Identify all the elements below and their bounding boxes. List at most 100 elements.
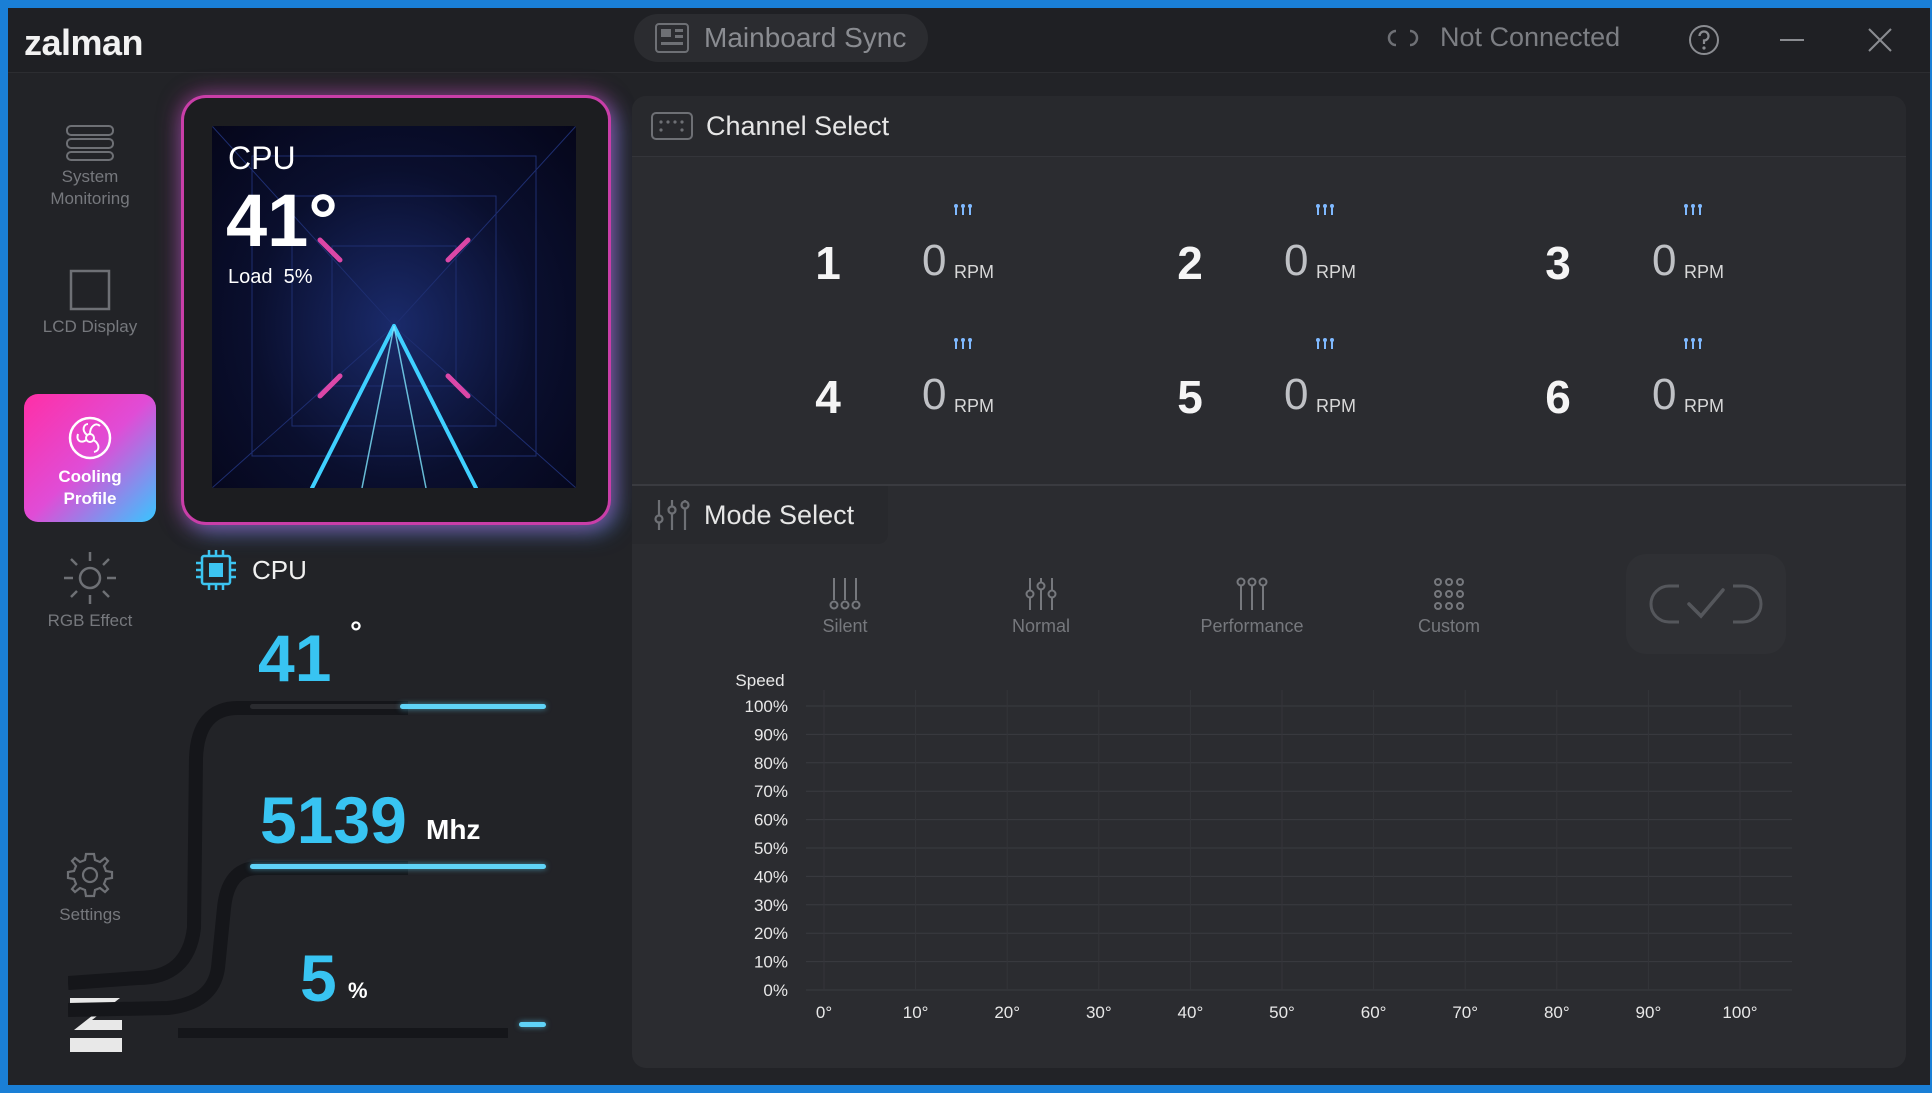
channel-number: 3	[1545, 237, 1571, 289]
channel-rpm-value: 0	[1652, 236, 1677, 285]
chart-y-tick-label: 70%	[754, 782, 788, 801]
channel-rpm-value: 0	[1652, 370, 1677, 419]
lcd-load: Load 5%	[228, 266, 313, 289]
channel-number: 1	[815, 237, 841, 289]
system-monitoring-icon	[66, 125, 114, 161]
sidebar-item-label: System	[61, 167, 119, 186]
mode-label: Silent	[822, 616, 868, 636]
app-logo: zalman	[24, 22, 144, 63]
channel-select-icon	[651, 112, 693, 140]
channel-rpm-unit: RPM	[1684, 262, 1724, 282]
lcd-display-icon	[69, 269, 111, 311]
fan-status-icon	[1316, 204, 1334, 215]
mode-select-header: Mode Select	[632, 486, 888, 544]
fan-status-icon	[954, 204, 972, 215]
chart-x-tick-label: 60°	[1361, 1003, 1387, 1022]
normal-mode-icon	[1025, 578, 1057, 610]
lcd-preview-frame[interactable]: CPU 41° Load 5%	[184, 98, 608, 522]
sidebar-item-label: Monitoring	[50, 189, 130, 208]
channel-5[interactable]: 5 0 RPM	[1160, 334, 1500, 434]
mainboard-sync-button[interactable]: Mainboard Sync	[634, 14, 928, 62]
channel-rpm-value: 0	[922, 370, 947, 419]
cpu-temp-unit: °	[350, 616, 362, 649]
sidebar-item-rgb-effect[interactable]: RGB Effect	[24, 550, 156, 646]
fan-status-icon	[1684, 204, 1702, 215]
apply-button[interactable]	[1626, 554, 1786, 654]
mode-custom-button[interactable]: Custom	[1384, 576, 1514, 637]
cpu-clock-unit: Mhz	[426, 814, 481, 845]
mode-label: Performance	[1200, 616, 1304, 636]
sidebar-item-label: Profile	[63, 489, 117, 508]
channel-number: 2	[1177, 237, 1203, 289]
mode-performance-button[interactable]: Performance	[1172, 576, 1332, 637]
lcd-load-label: Load	[228, 266, 273, 288]
check-icon	[1649, 584, 1763, 624]
chart-y-tick-label: 50%	[754, 839, 788, 858]
lcd-cpu-label: CPU	[228, 140, 296, 176]
chart-y-tick-label: 100%	[745, 697, 788, 716]
mode-silent-button[interactable]: Silent	[780, 576, 910, 637]
chart-x-tick-label: 10°	[903, 1003, 929, 1022]
cpu-load-bar	[519, 1022, 546, 1027]
sidebar-item-label: LCD Display	[42, 317, 138, 336]
chart-y-tick-label: 80%	[754, 754, 788, 773]
lcd-temp-value: 41°	[226, 179, 338, 262]
channel-6[interactable]: 6 0 RPM	[1528, 334, 1868, 434]
chart-x-tick-label: 80°	[1544, 1003, 1570, 1022]
mode-normal-button[interactable]: Normal	[976, 576, 1106, 637]
title-bar: zalman Mainboard Sync Not Connected	[8, 8, 1930, 73]
channel-4[interactable]: 4 0 RPM	[798, 334, 1138, 434]
channel-number: 4	[815, 371, 841, 423]
lcd-load-value: 5%	[283, 266, 313, 288]
help-button[interactable]	[1682, 18, 1726, 62]
fan-curve-chart[interactable]: Speed 100%90%80%70%60%50%40%30%20%10%0% …	[702, 668, 1852, 1048]
chart-y-tick-label: 60%	[754, 811, 788, 830]
sidebar-item-label: Cooling	[58, 467, 122, 486]
connection-status-label: Not Connected	[1440, 22, 1621, 52]
cpu-chip-icon	[196, 550, 236, 590]
minimize-button[interactable]	[1770, 18, 1814, 62]
channel-1[interactable]: 1 0 RPM	[798, 200, 1138, 300]
chart-x-tick-label: 20°	[994, 1003, 1020, 1022]
close-icon	[1868, 28, 1892, 52]
mode-select-icon	[654, 500, 690, 530]
channel-3[interactable]: 3 0 RPM	[1528, 200, 1868, 300]
cooling-profile-icon	[68, 416, 112, 460]
chart-y-ticks: 100% 90% 80% 70% 60% 50% 40% 30% 20% 10% 0%	[745, 697, 788, 1000]
cpu-temp-bar	[400, 704, 546, 709]
help-icon	[1689, 25, 1719, 55]
sidebar-item-lcd-display[interactable]: LCD Display	[24, 268, 156, 348]
silent-mode-icon	[829, 578, 861, 610]
mode-label: Normal	[1011, 616, 1070, 636]
fan-status-icon	[954, 338, 972, 349]
channel-rpm-unit: RPM	[1316, 396, 1356, 416]
custom-mode-icon	[1434, 578, 1464, 610]
chart-x-tick-label: 100°	[1722, 1003, 1757, 1022]
mode-select-title: Mode Select	[704, 499, 855, 530]
performance-mode-icon	[1236, 577, 1268, 610]
chart-grid	[806, 690, 1792, 991]
chart-y-tick-label: 20%	[754, 924, 788, 943]
channel-rpm-unit: RPM	[1316, 262, 1356, 282]
channel-rpm-unit: RPM	[954, 396, 994, 416]
channel-number: 6	[1545, 371, 1571, 423]
lcd-preview-screen: CPU 41° Load 5%	[212, 126, 576, 488]
chart-x-tick-label: 50°	[1269, 1003, 1295, 1022]
app-window: zalman Mainboard Sync Not Connected Syst…	[8, 8, 1930, 1085]
channel-2[interactable]: 2 0 RPM	[1160, 200, 1500, 300]
cpu-load-value: 5	[300, 941, 337, 1015]
close-button[interactable]	[1858, 18, 1902, 62]
sidebar-item-system-monitoring[interactable]: System Monitoring	[24, 124, 156, 220]
cpu-stats-header: CPU	[194, 548, 307, 592]
sidebar-item-label: RGB Effect	[47, 611, 133, 630]
cpu-load-unit: %	[348, 978, 368, 1003]
cpu-stats-title: CPU	[252, 554, 307, 585]
mainboard-sync-label: Mainboard Sync	[704, 22, 907, 53]
channel-select-title: Channel Select	[706, 110, 890, 141]
mainboard-icon	[655, 23, 689, 53]
sidebar-item-cooling-profile[interactable]: Cooling Profile	[24, 394, 156, 522]
rgb-effect-icon	[64, 552, 116, 604]
chart-x-tick-label: 70°	[1452, 1003, 1478, 1022]
chart-x-tick-label: 0°	[816, 1003, 832, 1022]
mode-label: Custom	[1417, 616, 1480, 636]
